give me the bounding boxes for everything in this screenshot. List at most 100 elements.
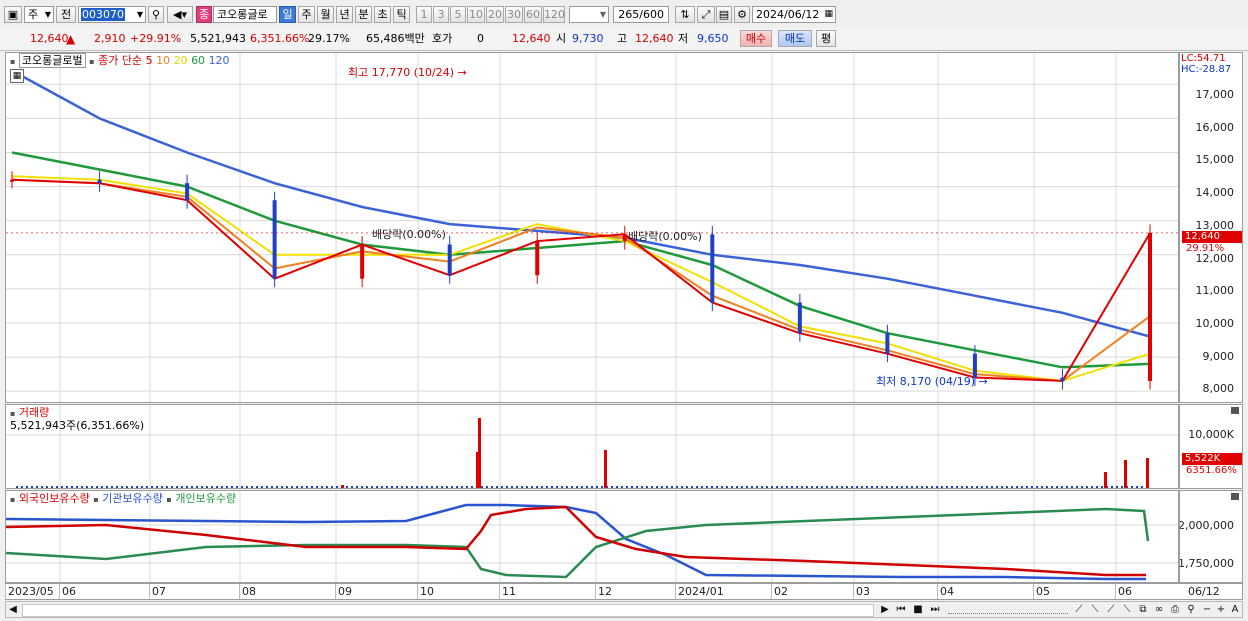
zoom-tool-icon[interactable]: ⟋ <box>1104 603 1118 616</box>
candle-body <box>797 302 802 334</box>
volume-bar <box>466 486 468 488</box>
gear-icon[interactable]: ⚙ <box>734 6 750 23</box>
speaker-icon[interactable]: ◀▾ <box>167 6 193 23</box>
legend-foreign[interactable]: 외국인보유수량 <box>19 492 90 505</box>
zoom-tool-icon[interactable]: ⟍ <box>1120 603 1134 616</box>
volume-chart[interactable] <box>6 405 1178 488</box>
period-tab-2[interactable]: 월 <box>317 6 334 23</box>
minute-button-3[interactable]: 10 <box>467 6 485 23</box>
volume-bar <box>1051 486 1053 488</box>
scroll-right-icon[interactable]: ▶ <box>878 603 892 616</box>
volume-bar <box>576 486 578 488</box>
volume-bar <box>971 486 973 488</box>
chart-scrollbar[interactable]: ◀ ▶ ⏮ ■ ⏭ ⟋ ⟍ ⟋ ⟍ ⧉ ∞ ⎙ ⚲ − + A <box>5 601 1243 618</box>
date-field[interactable]: 2024/06/12 ▦ <box>752 6 836 23</box>
volume-bar <box>211 486 213 488</box>
volume-bar <box>896 486 898 488</box>
volume-bar <box>1086 486 1088 488</box>
minute-button-7[interactable]: 120 <box>543 6 565 23</box>
holder-y-axis[interactable]: 2,000,000 1,750,000 <box>1179 490 1243 583</box>
volume-bar <box>706 486 708 488</box>
indicator-icon[interactable]: ⇅ <box>675 6 695 23</box>
forward-icon[interactable]: ⏭ <box>928 603 942 616</box>
buy-button[interactable]: 매수 <box>740 30 772 47</box>
price-y-axis[interactable]: LC:54.71 HC:-28.87 17,000 16,000 15,000 14,… <box>1179 52 1243 403</box>
high-annotation-text: 최고 17,770 (10/24) <box>348 66 455 79</box>
volume-bar <box>1006 486 1008 488</box>
volume-bar <box>136 486 138 488</box>
volume-bar <box>541 486 543 488</box>
period-tab-5[interactable]: 초 <box>374 6 391 23</box>
rewind-icon[interactable]: ⏮ <box>894 603 908 616</box>
legend-stock-name[interactable]: 코오롱글로벌 <box>18 53 86 68</box>
code-input[interactable]: 003070 ▼ <box>78 6 146 23</box>
calendar-icon[interactable]: ▦ <box>824 7 833 22</box>
legend-inst[interactable]: 기관보유수량 <box>102 492 163 505</box>
count-field[interactable]: 265/600 <box>613 6 669 23</box>
stock-type-badge-label: 종 <box>198 8 210 21</box>
volume-bar <box>566 486 568 488</box>
minute-button-5[interactable]: 30 <box>505 6 523 23</box>
period-tab-6[interactable]: 틱 <box>393 6 410 23</box>
minute-button-6[interactable]: 60 <box>524 6 542 23</box>
period-select[interactable]: 주 ▼ <box>24 6 54 23</box>
panel-close-icon[interactable] <box>1231 493 1239 500</box>
last-price-tag: 12,640 <box>1182 231 1242 243</box>
candle-body <box>447 244 452 276</box>
x-axis-divider <box>853 584 854 599</box>
volume-bar <box>411 486 413 488</box>
search-icon[interactable]: ⚲ <box>148 6 164 23</box>
layout-icon[interactable]: ▣ <box>4 6 22 23</box>
period-tab-4[interactable]: 분 <box>355 6 372 23</box>
volume-bar <box>346 486 348 488</box>
font-size-icon[interactable]: A <box>1228 603 1242 616</box>
table-icon[interactable]: ▦ <box>10 69 24 83</box>
scroll-track[interactable] <box>22 604 874 617</box>
scroll-left-icon[interactable]: ◀ <box>6 603 20 616</box>
minute-button-4[interactable]: 20 <box>486 6 504 23</box>
legend-ma-title[interactable]: 종가 단순 <box>98 54 142 67</box>
zoom-tool-icon[interactable]: ⟋ <box>1072 603 1086 616</box>
volume-bar <box>531 486 533 488</box>
minute-input[interactable]: ▼ <box>569 6 609 23</box>
stop-icon[interactable]: ■ <box>911 603 925 616</box>
period-tab-0[interactable]: 일 <box>279 6 296 23</box>
volume-bar <box>201 486 203 488</box>
volume-last-tag: 5,522K <box>1182 453 1242 465</box>
magnifier-icon[interactable]: ⚲ <box>1184 603 1198 616</box>
link-icon[interactable]: ∞ <box>1152 603 1166 616</box>
legend-dot-icon: ▪ <box>10 57 16 66</box>
zoom-in-icon[interactable]: + <box>1214 603 1228 616</box>
volume-bar <box>931 486 933 488</box>
volume-bar <box>881 486 883 488</box>
sell-button[interactable]: 매도 <box>778 30 812 47</box>
zoom-slider[interactable] <box>948 606 1068 614</box>
volume-bar <box>396 486 398 488</box>
zoom-tool-icon[interactable]: ⟍ <box>1088 603 1102 616</box>
minute-button-2[interactable]: 5 <box>450 6 466 23</box>
print-icon[interactable]: ⎙ <box>1168 603 1182 616</box>
copy-icon[interactable]: ⧉ <box>1136 603 1150 616</box>
legend-indiv[interactable]: 개인보유수량 <box>175 492 236 505</box>
volume-bar <box>21 486 23 488</box>
volume-bar <box>66 486 68 488</box>
prev-button[interactable]: 전 <box>56 6 76 23</box>
period-tab-1[interactable]: 주 <box>298 6 315 23</box>
draw-tool-icon[interactable]: ⤢ <box>697 6 715 23</box>
volume-title[interactable]: 거래량 <box>19 406 49 419</box>
minute-button-0[interactable]: 1 <box>416 6 432 23</box>
holder-panel[interactable]: ▪ 외국인보유수량 ▪ 기관보유수량 ▪ 개인보유수량 <box>5 490 1179 583</box>
zoom-out-icon[interactable]: − <box>1200 603 1214 616</box>
save-icon[interactable]: ▤ <box>716 6 732 23</box>
volume-bar <box>226 486 228 488</box>
volume-panel[interactable]: ▪ 거래량 5,521,943주(6,351.66%) <box>5 404 1179 489</box>
panel-close-icon[interactable] <box>1231 407 1239 414</box>
volume-bar <box>391 486 393 488</box>
volume-y-axis[interactable]: 10,000K 5,522K 6351.66% <box>1179 404 1243 489</box>
minute-button-1[interactable]: 3 <box>433 6 449 23</box>
period-tab-3[interactable]: 년 <box>336 6 353 23</box>
price-panel[interactable]: ▪ 코오롱글로벌 ▪ 종가 단순 5 10 20 60 120 ▦ 최고 17,… <box>5 52 1179 403</box>
volume-bar <box>901 486 903 488</box>
price-chart[interactable] <box>6 53 1178 402</box>
eval-button[interactable]: 평 <box>816 30 836 47</box>
